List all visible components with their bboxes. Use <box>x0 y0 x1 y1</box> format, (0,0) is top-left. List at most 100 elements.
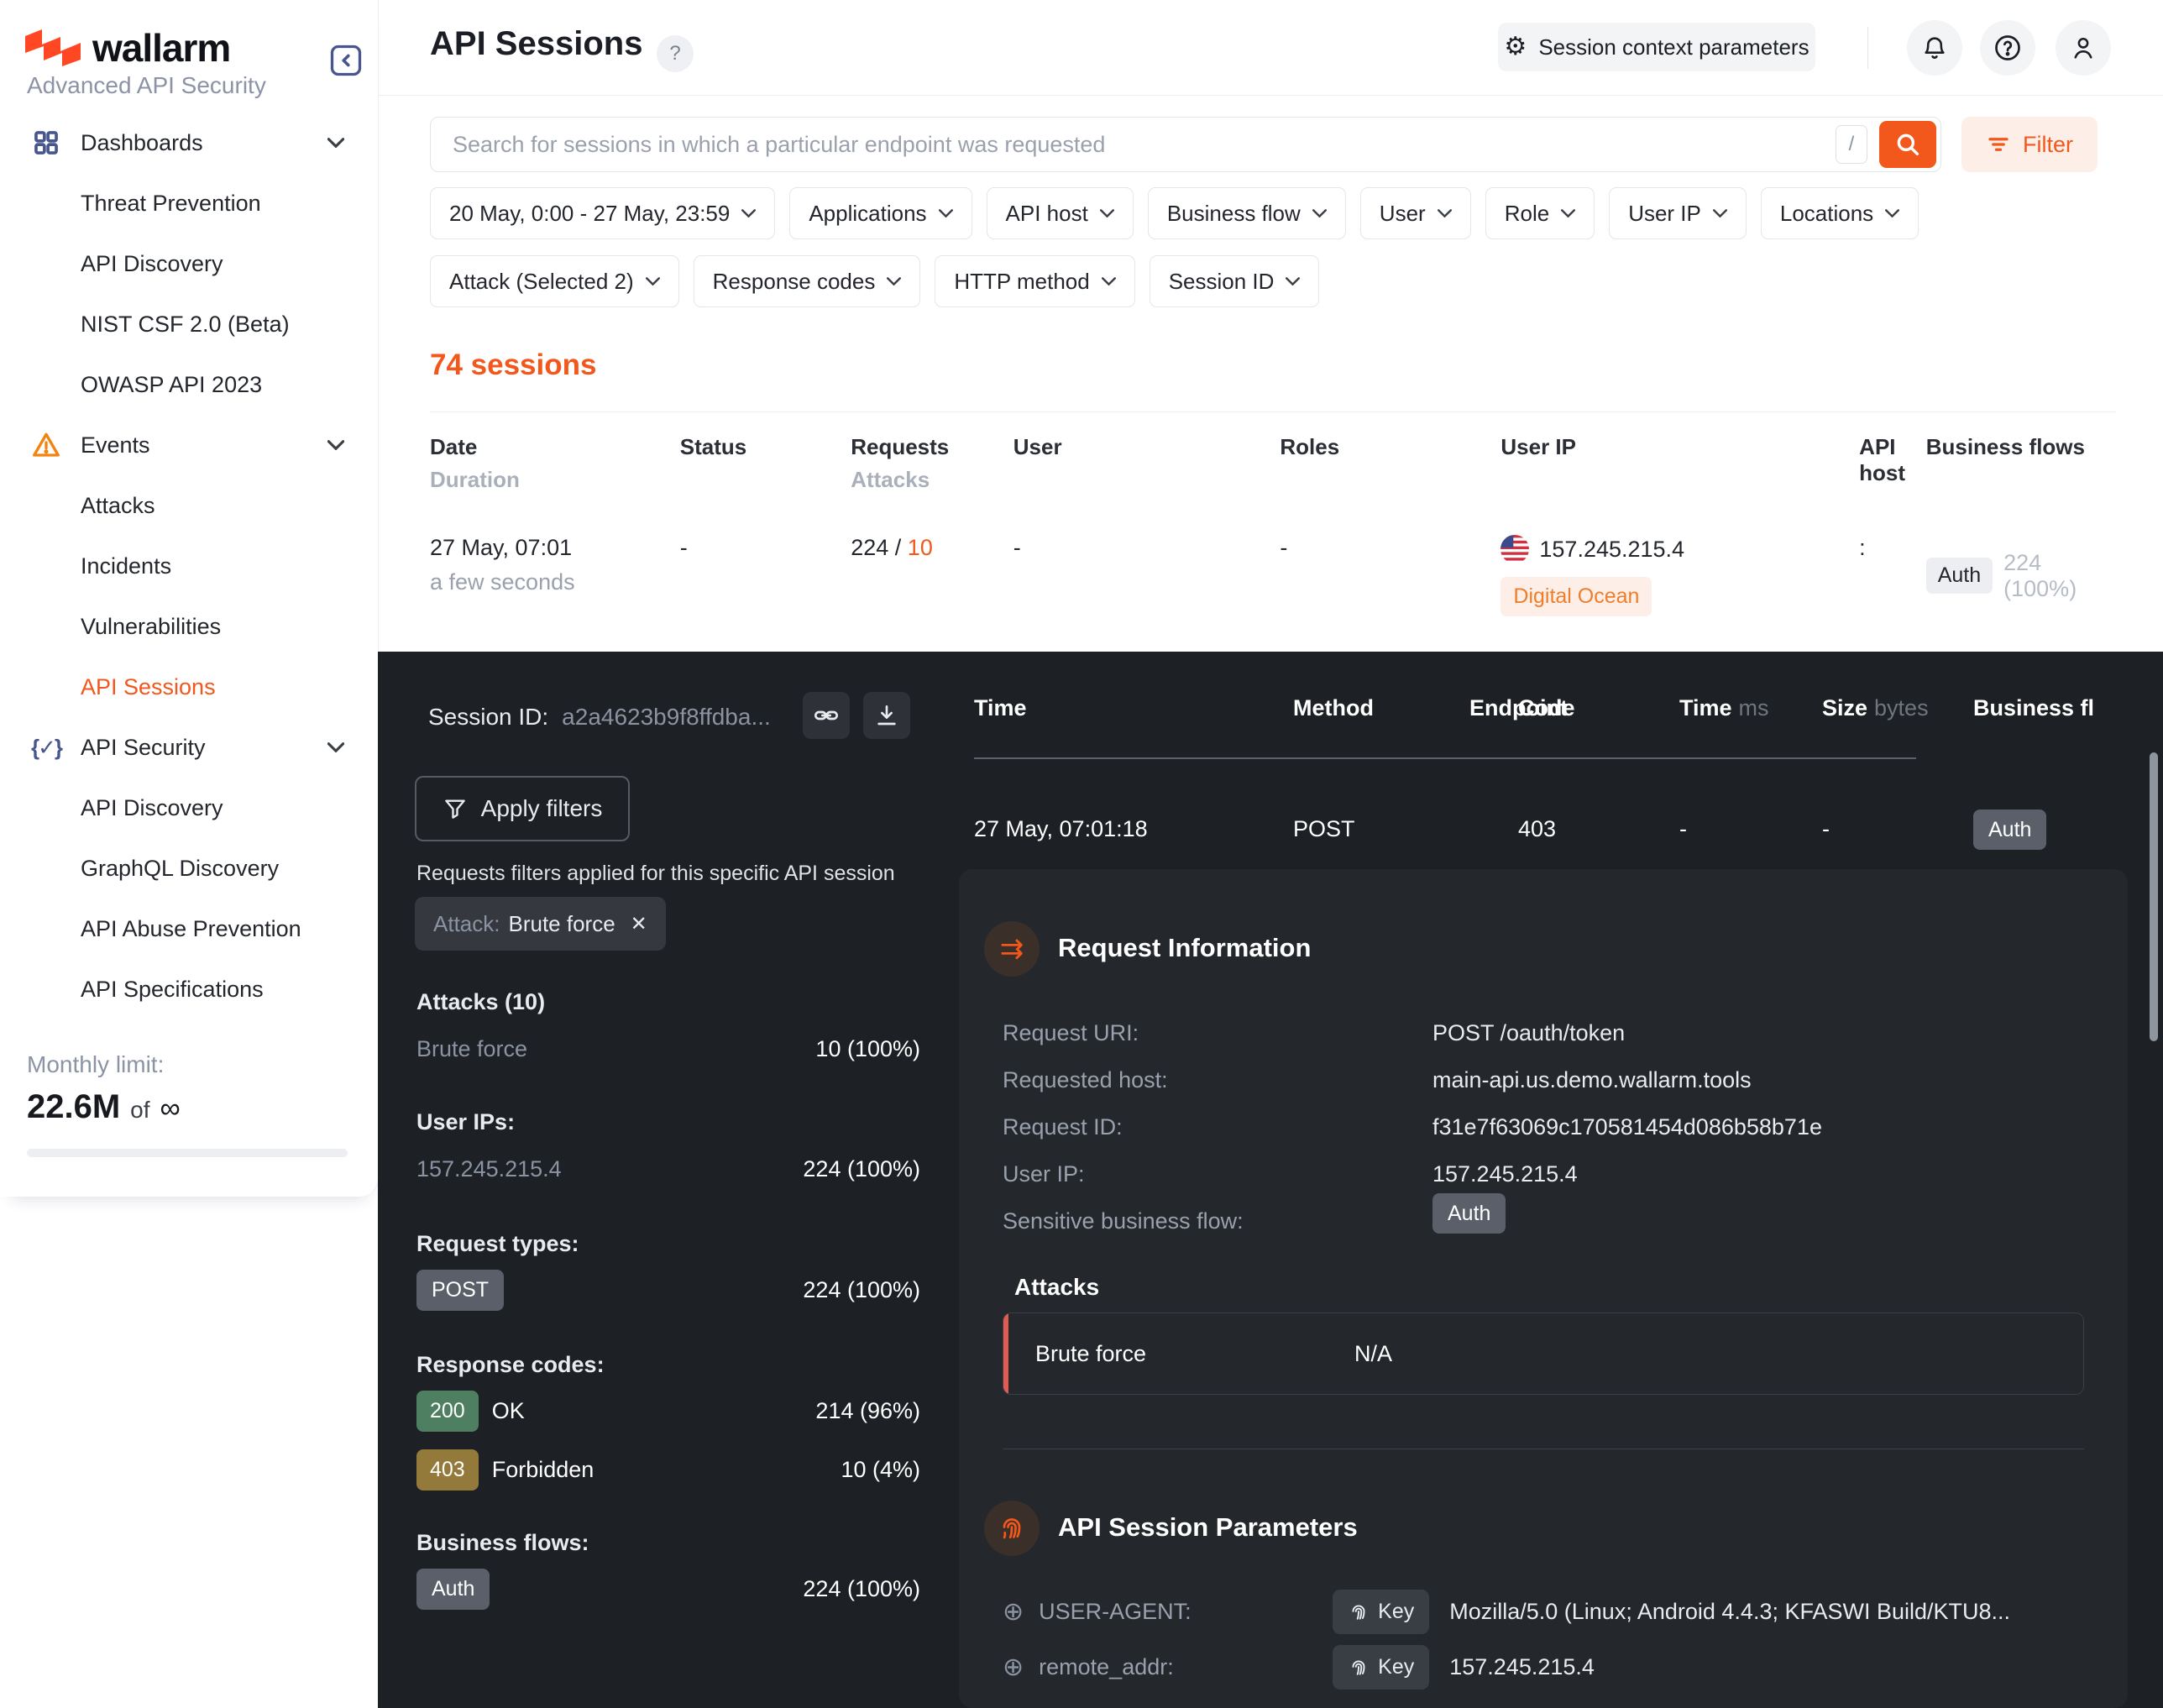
filter-chip-attack[interactable]: Attack (Selected 2) <box>430 255 679 307</box>
filter-chip-response-codes[interactable]: Response codes <box>694 255 921 307</box>
sessions-table: Date Duration Status Requests Attacks User… <box>430 411 2116 616</box>
session-id-label: Session ID: <box>428 704 548 731</box>
method-chip: POST <box>416 1270 504 1311</box>
notifications-button[interactable] <box>1907 20 1962 76</box>
filter-chip-date-range[interactable]: 20 May, 0:00 - 27 May, 23:59 <box>430 187 775 239</box>
sidebar-item-api-security[interactable]: {✓} API Security <box>0 717 378 778</box>
download-button[interactable] <box>863 692 910 739</box>
filter-chip-business-flow[interactable]: Business flow <box>1148 187 1346 239</box>
filter-chip-applications[interactable]: Applications <box>789 187 972 239</box>
session-status: - <box>680 535 851 616</box>
session-user-ip[interactable]: 157.245.215.4 <box>1539 537 1684 563</box>
sidebar-item-graphql-discovery[interactable]: GraphQL Discovery <box>0 838 378 899</box>
account-button[interactable] <box>2056 20 2111 76</box>
param-label: USER-AGENT: <box>1039 1599 1333 1625</box>
request-flow-chip: Auth <box>1973 809 2046 850</box>
session-id-value[interactable]: a2a4623b9f8ffdba... <box>562 704 771 731</box>
request-row[interactable]: 27 May, 07:01:18 POST 403 - - Auth <box>974 816 2133 842</box>
col-roles[interactable]: Roles <box>1280 434 1500 493</box>
requests-table-divider <box>974 757 1916 759</box>
filter-chip-session-id[interactable]: Session ID <box>1150 255 1320 307</box>
col-user[interactable]: User <box>1013 434 1281 493</box>
col-time-ms[interactable]: Timems <box>1679 695 1822 721</box>
col-attacks[interactable]: Attacks <box>851 467 1013 493</box>
sidebar-item-owasp-api[interactable]: OWASP API 2023 <box>0 354 378 415</box>
sidebar-item-label: GraphQL Discovery <box>81 856 279 882</box>
col-size[interactable]: Sizebytes <box>1822 695 1973 721</box>
close-icon[interactable]: ✕ <box>631 912 647 936</box>
key-chip[interactable]: Key <box>1333 1645 1429 1690</box>
request-info-title: Request Information <box>1058 933 1311 963</box>
chip-label: Session ID <box>1169 269 1275 295</box>
copy-link-button[interactable] <box>803 692 850 739</box>
sidebar-item-threat-prevention[interactable]: Threat Prevention <box>0 173 378 233</box>
ip-provider-tag[interactable]: Digital Ocean <box>1500 577 1652 616</box>
sidebar-item-label: API Security <box>81 735 206 761</box>
key-chip[interactable]: Key <box>1333 1590 1429 1634</box>
sidebar-item-api-discovery[interactable]: API Discovery <box>0 233 378 294</box>
plus-circle-icon[interactable]: ⊕ <box>1003 1597 1024 1627</box>
fingerprint-icon <box>1348 1657 1370 1679</box>
vertical-scrollbar[interactable] <box>2150 752 2158 1041</box>
title-help-icon[interactable]: ? <box>657 35 694 72</box>
col-method[interactable]: Method <box>1293 695 1469 721</box>
col-requests[interactable]: Requests <box>851 434 1013 460</box>
us-flag-icon <box>1500 535 1529 563</box>
col-time[interactable]: Time <box>974 695 1293 721</box>
business-flow-chip: Auth <box>1926 558 1993 594</box>
col-date[interactable]: Date <box>430 434 680 460</box>
attack-stat-row[interactable]: Brute force 10 (100%) <box>416 1036 920 1062</box>
sidebar-item-api-abuse-prevention[interactable]: API Abuse Prevention <box>0 899 378 959</box>
request-type-stat-row[interactable]: POST 224 (100%) <box>416 1270 920 1311</box>
session-attacks-count: 10 <box>908 535 933 560</box>
filter-label: Filter <box>2023 132 2073 158</box>
col-business-flows[interactable]: Business fl <box>1973 695 2133 721</box>
col-duration[interactable]: Duration <box>430 467 680 493</box>
sidebar-item-nist-csf[interactable]: NIST CSF 2.0 (Beta) <box>0 294 378 354</box>
attack-detail-row[interactable]: Brute force N/A <box>1003 1312 2084 1395</box>
filter-chip-api-host[interactable]: API host <box>987 187 1134 239</box>
flow-chip: Auth <box>416 1569 490 1610</box>
session-context-parameters-button[interactable]: ⚙ Session context parameters <box>1498 23 1815 71</box>
sidebar-item-label: NIST CSF 2.0 (Beta) <box>81 312 290 338</box>
sidebar-item-events[interactable]: Events <box>0 415 378 475</box>
col-user-ip[interactable]: User IP <box>1500 434 1859 493</box>
response-code-stat-row[interactable]: 403Forbidden 10 (4%) <box>416 1449 920 1491</box>
sidebar-item-api-discovery-2[interactable]: API Discovery <box>0 778 378 838</box>
param-value: 157.245.215.4 <box>1449 1654 1595 1680</box>
filter-button[interactable]: Filter <box>1961 117 2098 172</box>
col-status[interactable]: Status <box>680 434 851 493</box>
sidebar-item-dashboards[interactable]: Dashboards <box>0 113 378 173</box>
sidebar-item-label: Dashboards <box>81 130 203 156</box>
search-button[interactable] <box>1879 121 1936 168</box>
chip-label: User IP <box>1628 201 1701 227</box>
sidebar-item-api-sessions[interactable]: API Sessions <box>0 657 378 717</box>
sidebar-item-vulnerabilities[interactable]: Vulnerabilities <box>0 596 378 657</box>
search-icon <box>1893 130 1922 159</box>
sidebar-item-incidents[interactable]: Incidents <box>0 536 378 596</box>
attacks-header: Attacks (10) <box>416 989 545 1015</box>
apply-filters-label: Apply filters <box>481 795 603 822</box>
col-business-flows[interactable]: Business flows <box>1911 434 2116 493</box>
col-api-host[interactable]: API host <box>1859 434 1911 493</box>
sidebar-collapse-icon[interactable] <box>327 42 364 79</box>
business-flow-stat-row[interactable]: Auth 224 (100%) <box>416 1569 920 1610</box>
apply-filters-button[interactable]: Apply filters <box>415 776 630 841</box>
filter-chip-locations[interactable]: Locations <box>1761 187 1919 239</box>
help-button[interactable] <box>1980 20 2035 76</box>
sidebar-item-api-specifications[interactable]: API Specifications <box>0 959 378 1019</box>
chevron-down-icon <box>887 277 901 286</box>
filter-chip-user[interactable]: User <box>1360 187 1471 239</box>
plus-circle-icon[interactable]: ⊕ <box>1003 1653 1024 1682</box>
sidebar-item-attacks[interactable]: Attacks <box>0 475 378 536</box>
response-code-stat-row[interactable]: 200OK 214 (96%) <box>416 1391 920 1432</box>
wallarm-logo-icon <box>25 29 81 66</box>
search-input[interactable] <box>431 132 1836 158</box>
filter-chip-role[interactable]: Role <box>1485 187 1595 239</box>
filter-chip-user-ip[interactable]: User IP <box>1609 187 1747 239</box>
session-row[interactable]: 27 May, 07:01 a few seconds - 224 / 10 -… <box>430 493 2116 616</box>
col-endpoint-code[interactable]: Endpoint Code <box>1469 695 1679 721</box>
user-ip-stat-row[interactable]: 157.245.215.4 224 (100%) <box>416 1156 920 1182</box>
session-params-icon-wrap <box>984 1501 1040 1556</box>
filter-chip-http-method[interactable]: HTTP method <box>935 255 1134 307</box>
